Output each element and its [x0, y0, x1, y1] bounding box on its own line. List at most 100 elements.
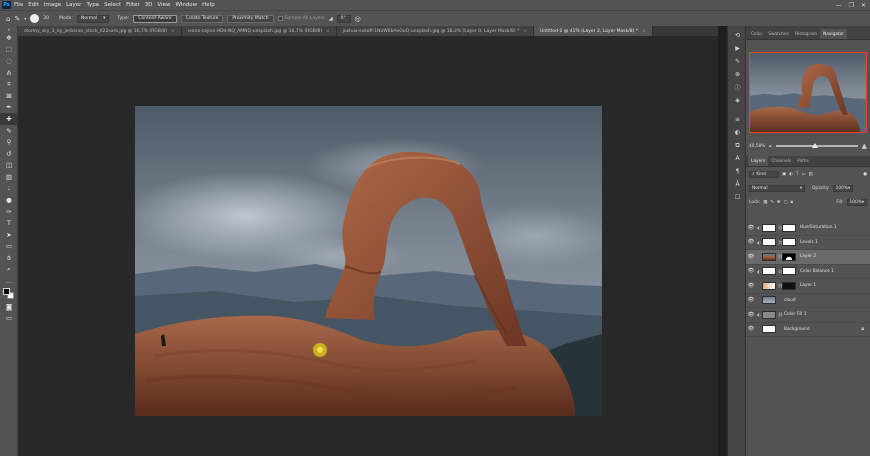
paragraph-icon[interactable]: ¶: [728, 165, 747, 178]
close-tab-icon[interactable]: ×: [642, 29, 646, 34]
actions-icon[interactable]: ▶: [728, 42, 747, 55]
foreground-color-swatch[interactable]: [3, 288, 10, 296]
blend-mode-select[interactable]: Normal ▾: [749, 185, 805, 192]
sample-all-layers-checkbox[interactable]: Sample All Layers: [277, 16, 325, 21]
brush-preset-picker[interactable]: [30, 14, 40, 23]
layer-mask-thumbnail[interactable]: [782, 281, 796, 290]
screen-mode-icon[interactable]: ▭: [0, 313, 18, 325]
move-tool-icon[interactable]: ✥: [0, 32, 18, 44]
lasso-tool-icon[interactable]: ◌: [0, 55, 18, 67]
filter-smart-icon[interactable]: ▤: [809, 172, 813, 177]
layer-thumbnail[interactable]: [762, 281, 776, 290]
tab-navigator[interactable]: Navigator: [820, 29, 848, 39]
maximize-button[interactable]: ❐: [849, 2, 854, 9]
clone-stamp-tool-icon[interactable]: ⚲: [0, 136, 18, 148]
healing-brush-tool-icon[interactable]: ✚: [0, 113, 18, 125]
fill-input[interactable]: 100% ▾: [846, 199, 867, 206]
shape-tool-icon[interactable]: ▭: [0, 241, 18, 253]
filter-shape-icon[interactable]: ▭: [801, 172, 805, 177]
frame-tool-icon[interactable]: ⊠: [0, 90, 18, 102]
eye-icon[interactable]: 👁︎: [746, 239, 756, 245]
zoom-slider-handle[interactable]: [812, 142, 819, 148]
layer-name[interactable]: cloud: [784, 298, 796, 303]
lock-paint-icon[interactable]: ✎: [770, 200, 774, 205]
hand-tool-icon[interactable]: ✋︎: [0, 252, 18, 264]
zoom-slider[interactable]: [775, 142, 858, 148]
layer-name[interactable]: Color Balance 1: [800, 269, 834, 274]
mode-select[interactable]: Normal ▾: [76, 14, 110, 23]
color-swatches[interactable]: [0, 287, 18, 301]
close-tab-icon[interactable]: ×: [171, 29, 175, 34]
zoom-value[interactable]: 40,58%: [749, 144, 765, 149]
navigator-preview[interactable]: [749, 52, 867, 133]
brush-tool-icon[interactable]: ✎: [0, 125, 18, 137]
brush-settings-icon[interactable]: ✎: [728, 55, 747, 68]
lock-transparent-icon[interactable]: ▦: [763, 200, 767, 205]
layer-mask-thumbnail[interactable]: [782, 223, 796, 232]
document-tab[interactable]: ivana-cajina-HDd-NQ_AMNQ-unsplash.jpg @ …: [181, 26, 337, 36]
dodge-tool-icon[interactable]: ●: [0, 194, 18, 206]
glyphs-icon[interactable]: A: [728, 152, 747, 165]
quick-select-tool-icon[interactable]: ⋔: [0, 67, 18, 79]
layer-row[interactable]: 👁︎ ◐ ⛓︎ Hue/Saturation 1: [746, 221, 870, 236]
chain-icon[interactable]: ⛓︎: [778, 312, 783, 317]
layer-name[interactable]: Hue/Saturation 1: [800, 225, 837, 230]
blur-tool-icon[interactable]: 💧︎: [0, 183, 18, 195]
history-icon[interactable]: ⟲: [728, 29, 747, 42]
layer-thumbnail[interactable]: [762, 238, 776, 247]
pen-tool-icon[interactable]: ✑: [0, 206, 18, 218]
eyedropper-tool-icon[interactable]: ✒: [0, 102, 18, 114]
layer-name[interactable]: Background: [784, 327, 810, 332]
layer-mask-thumbnail[interactable]: [782, 252, 796, 261]
layer-thumbnail[interactable]: [762, 252, 776, 261]
eye-icon[interactable]: 👁︎: [746, 254, 756, 260]
filter-adjustment-icon[interactable]: ◐: [789, 172, 793, 177]
filter-pixel-icon[interactable]: ▣: [782, 172, 786, 177]
chevron-down-icon[interactable]: ▾: [24, 16, 26, 21]
crop-tool-icon[interactable]: ⌗: [0, 78, 18, 90]
eye-icon[interactable]: 👁︎: [746, 283, 756, 289]
menu-layer[interactable]: Layer: [66, 2, 81, 8]
type-tool-icon[interactable]: T: [0, 218, 18, 230]
layer-name[interactable]: Layer 1: [800, 283, 816, 288]
angle-input[interactable]: 0°: [336, 14, 351, 23]
filter-type-icon[interactable]: T: [796, 172, 799, 177]
quick-mask-icon[interactable]: ◙: [0, 301, 18, 313]
layer-name[interactable]: Layer 2: [800, 254, 816, 259]
create-texture-button[interactable]: Create Texture: [180, 14, 224, 23]
menu-file[interactable]: File: [14, 2, 23, 8]
marquee-tool-icon[interactable]: ⬚: [0, 44, 18, 56]
layer-thumbnail[interactable]: [762, 325, 776, 334]
zoom-tool-icon[interactable]: ⌕: [0, 264, 18, 276]
layer-filter-select[interactable]: ⌕ Kind: [749, 171, 779, 178]
history-brush-tool-icon[interactable]: ↺: [0, 148, 18, 160]
minimize-button[interactable]: —: [836, 2, 842, 9]
zoom-in-icon[interactable]: ▲: [862, 142, 867, 150]
layer-row[interactable]: 👁︎ ◐ ⛓︎ Color Fill 1: [746, 308, 870, 323]
eye-icon[interactable]: 👁︎: [746, 297, 756, 303]
menu-window[interactable]: Window: [175, 2, 197, 8]
document-tab[interactable]: stormy_sky_3_by_jerberon_stock_d22sark.j…: [18, 26, 182, 36]
eye-icon[interactable]: 👁︎: [746, 312, 756, 318]
spot-healing-brush-icon[interactable]: ✎: [14, 15, 20, 23]
layer-row[interactable]: 👁︎ cloud: [746, 294, 870, 308]
tab-swatches[interactable]: Swatches: [765, 29, 792, 39]
close-tab-icon[interactable]: ×: [326, 29, 330, 34]
layer-thumbnail[interactable]: [762, 296, 776, 305]
gradient-tool-icon[interactable]: ▥: [0, 171, 18, 183]
opacity-input[interactable]: 100% ▾: [832, 185, 854, 192]
info-icon[interactable]: ⓘ: [728, 81, 747, 94]
menu-select[interactable]: Select: [104, 2, 121, 8]
document-tab[interactable]: joshua-sukoff-1NoW6bAeOuQ-unsplash.jpg @…: [336, 26, 535, 36]
menu-view[interactable]: View: [157, 2, 170, 8]
clone-source-icon[interactable]: ⊗: [728, 68, 747, 81]
content-aware-button[interactable]: Content-Aware: [133, 14, 177, 23]
lock-artboard-icon[interactable]: ▢: [784, 200, 788, 205]
more-tools-icon[interactable]: …: [0, 275, 18, 287]
layer-row[interactable]: 👁︎ ⛓︎ Layer 1: [746, 279, 870, 294]
eye-icon[interactable]: 👁︎: [746, 225, 756, 231]
pressure-size-icon[interactable]: ◎: [355, 15, 361, 23]
lock-move-icon[interactable]: ✥: [777, 200, 781, 205]
tab-channels[interactable]: Channels: [768, 156, 794, 166]
layer-row[interactable]: 👁︎ ⛓︎ Layer 2: [746, 250, 870, 265]
